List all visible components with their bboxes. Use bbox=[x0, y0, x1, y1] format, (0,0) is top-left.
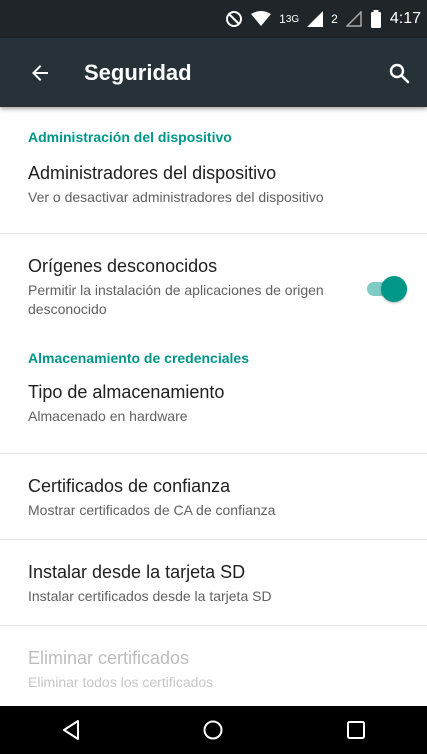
pref-title: Eliminar certificados bbox=[28, 648, 190, 668]
pref-title: Tipo de almacenamiento bbox=[28, 382, 225, 402]
nav-back-icon[interactable] bbox=[41, 706, 101, 754]
pref-install-from-sd[interactable]: Instalar desde la tarjeta SD Instalar ce… bbox=[0, 540, 427, 625]
settings-list: Administración del dispositivo Administr… bbox=[0, 107, 427, 706]
pref-summary: Eliminar todos los certificados bbox=[28, 674, 214, 690]
pref-summary: Permitir la instalación de aplicaciones … bbox=[28, 282, 324, 317]
unknown-sources-toggle[interactable] bbox=[365, 276, 409, 302]
nav-home-icon[interactable] bbox=[183, 706, 243, 754]
pref-storage-type[interactable]: Tipo de almacenamiento Almacenado en har… bbox=[0, 382, 427, 453]
pref-title: Certificados de confianza bbox=[28, 476, 231, 496]
pref-title: Orígenes desconocidos bbox=[28, 256, 218, 276]
navigation-bar bbox=[0, 706, 427, 754]
network-type-label: 3G bbox=[285, 13, 300, 25]
pref-trusted-credentials[interactable]: Certificados de confianza Mostrar certif… bbox=[0, 454, 427, 539]
clock: 4:17 bbox=[389, 10, 421, 27]
app-toolbar: Seguridad bbox=[0, 38, 427, 107]
pref-unknown-sources[interactable]: Orígenes desconocidos Permitir la instal… bbox=[0, 234, 427, 344]
pref-clear-credentials: Eliminar certificados Eliminar todos los… bbox=[0, 626, 427, 706]
signal-empty-icon bbox=[345, 11, 362, 27]
pref-title: Instalar desde la tarjeta SD bbox=[28, 562, 246, 582]
section-header-credential-storage: Almacenamiento de credenciales bbox=[28, 350, 249, 366]
pref-summary: Ver o desactivar administradores del dis… bbox=[28, 189, 324, 205]
search-icon[interactable] bbox=[371, 38, 427, 107]
toggle-thumb bbox=[381, 276, 407, 302]
do-not-disturb-icon bbox=[225, 10, 243, 28]
sim2-label: 2 bbox=[331, 12, 338, 26]
status-bar: 1 3G 2 4:17 bbox=[0, 0, 427, 38]
page-title: Seguridad bbox=[84, 59, 192, 85]
section-header-device-admin: Administración del dispositivo bbox=[28, 129, 232, 145]
signal-icon bbox=[307, 11, 324, 27]
arrow-back-icon[interactable] bbox=[8, 38, 72, 107]
pref-summary: Almacenado en hardware bbox=[28, 408, 188, 424]
nav-recents-icon[interactable] bbox=[326, 706, 386, 754]
pref-device-administrators[interactable]: Administradores del dispositivo Ver o de… bbox=[0, 163, 427, 233]
sim1-label: 1 bbox=[279, 12, 286, 26]
wifi-icon bbox=[251, 11, 272, 27]
battery-icon bbox=[370, 10, 382, 28]
pref-summary: Instalar certificados desde la tarjeta S… bbox=[28, 588, 272, 604]
pref-title: Administradores del dispositivo bbox=[28, 163, 277, 183]
pref-summary: Mostrar certificados de CA de confianza bbox=[28, 502, 276, 518]
